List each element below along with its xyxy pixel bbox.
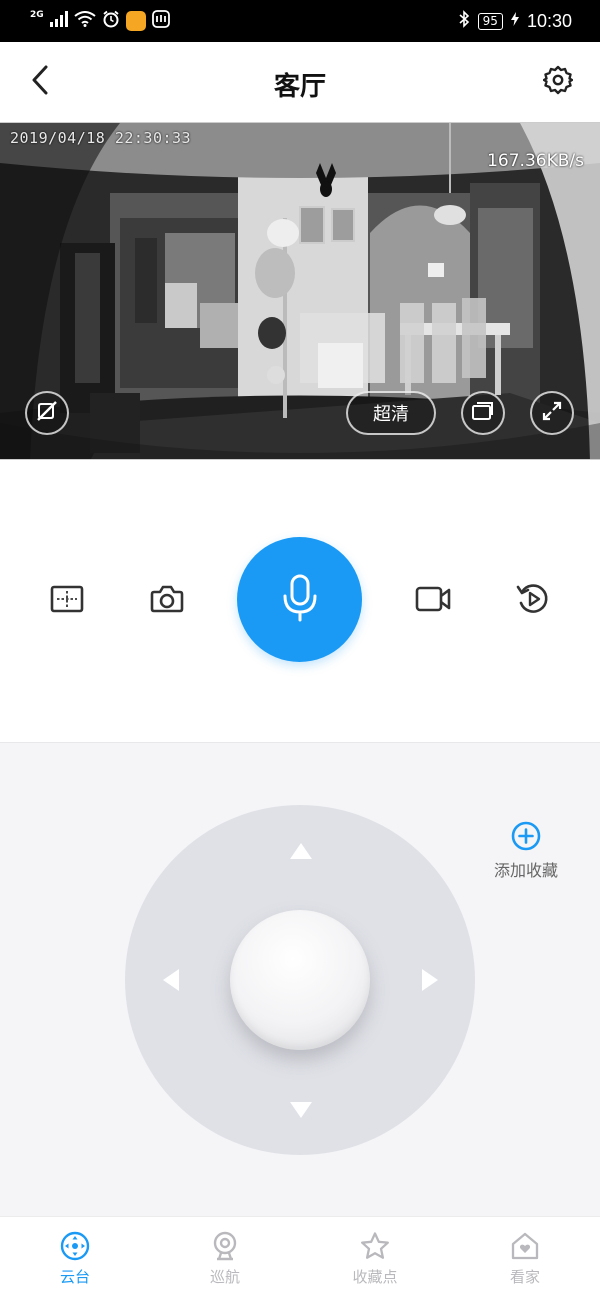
nav-label-ptz: 云台 [59,1268,90,1286]
header: 客厅 [0,42,600,122]
multi-window-button[interactable] [461,391,505,435]
split-screen-button[interactable] [42,576,92,626]
alarm-icon [102,10,120,32]
playback-icon [516,582,550,620]
add-favorite-label: 添加收藏 [493,861,558,880]
arrow-up-icon[interactable] [290,843,312,859]
charging-icon [510,11,519,31]
clock: 10:30 [526,10,572,31]
mute-button[interactable] [25,391,69,435]
star-icon [360,1231,390,1261]
bluetooth-icon [458,9,470,33]
nav-label-home-watch: 看家 [509,1268,540,1286]
status-bar-right: 95 10:30 [458,8,572,34]
wifi-icon [74,11,96,31]
ptz-panel: 添加收藏 [0,742,600,1216]
record-button[interactable] [408,576,458,626]
ptz-joystick-knob[interactable] [230,910,370,1050]
expand-icon [540,399,564,427]
home-heart-icon [510,1231,540,1261]
split-screen-icon [50,585,84,617]
nav-item-home-watch[interactable]: 看家 [450,1217,600,1300]
video-bitrate: 167.36KB/s [487,151,584,171]
nav-item-favorites[interactable]: 收藏点 [300,1217,450,1300]
settings-button[interactable] [538,62,578,102]
status-bar-left: 2G [30,8,170,34]
bottom-nav: 云台 巡航 收藏点 看家 [0,1216,600,1300]
cruise-camera-icon [210,1231,240,1261]
network-type: 2G [30,10,44,20]
status-bar: 2G 95 10:30 [0,0,600,42]
multi-window-icon [471,399,495,427]
add-favorite-button[interactable]: 添加收藏 [486,821,566,881]
quality-button[interactable]: 超清 [346,391,436,435]
snapshot-button[interactable] [142,576,192,626]
nav-item-cruise[interactable]: 巡航 [150,1217,300,1300]
camera-scene [0,123,600,459]
arrow-right-icon[interactable] [422,969,438,991]
video-record-icon [415,585,451,617]
gear-icon [542,65,574,99]
ptz-direction-pad[interactable] [125,805,475,1155]
nav-label-favorites: 收藏点 [352,1268,398,1286]
microphone-icon [280,574,320,626]
camera-icon [150,584,184,618]
fullscreen-button[interactable] [530,391,574,435]
playback-button[interactable] [508,576,558,626]
plus-circle-icon [511,821,541,851]
speaker-off-icon [35,399,59,427]
vpn-icon [151,10,170,32]
signal-icon [49,11,68,31]
nav-item-ptz[interactable]: 云台 [0,1217,150,1300]
ptz-control-icon [60,1231,90,1261]
arrow-down-icon[interactable] [290,1102,312,1118]
app-notification-icon [125,11,146,31]
page-title: 客厅 [273,72,326,102]
arrow-left-icon[interactable] [163,969,179,991]
talk-button[interactable] [237,537,362,662]
live-video-feed[interactable]: 2019/04/18 22:30:33 167.36KB/s 超清 [0,122,600,460]
battery-level: 95 [477,12,503,30]
nav-label-cruise: 巡航 [209,1268,240,1286]
video-timestamp: 2019/04/18 22:30:33 [10,129,192,147]
